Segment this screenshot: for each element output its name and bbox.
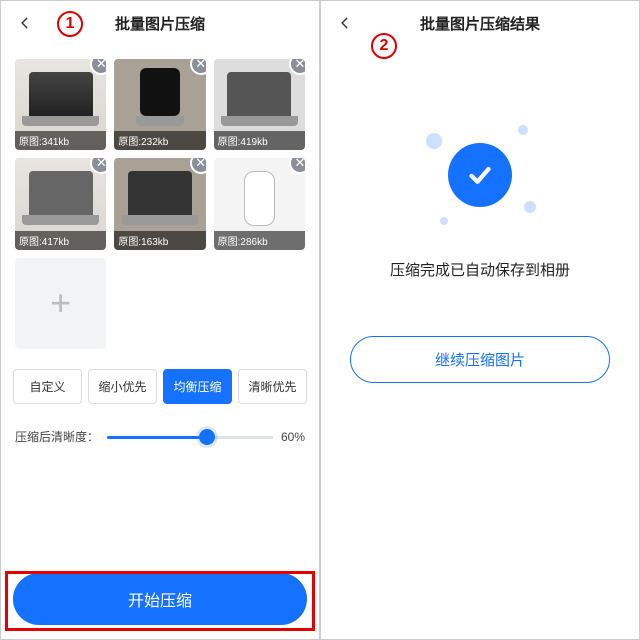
thumbnail-caption: 原图:341kb (15, 131, 106, 150)
clarity-slider[interactable] (107, 429, 273, 445)
slider-value: 60% (281, 430, 305, 444)
footer: 开始压缩 (1, 565, 319, 639)
continue-compress-button[interactable]: 继续压缩图片 (350, 336, 611, 383)
remove-image-button[interactable]: ✕ (289, 158, 305, 174)
close-icon: ✕ (295, 158, 305, 171)
thumbnail[interactable]: ✕ 原图:341kb (15, 59, 106, 150)
thumbnail[interactable]: ✕ 原图:163kb (114, 158, 205, 249)
thumbnail-caption: 原图:286kb (214, 231, 305, 250)
slider-fill (107, 436, 207, 439)
result-panel: 压缩完成已自动保存到相册 继续压缩图片 (321, 45, 639, 639)
back-button[interactable] (9, 1, 41, 45)
screen-compress: 批量图片压缩 1 ✕ 原图:341kb ✕ 原图:232kb ✕ 原图:419k… (0, 0, 320, 640)
close-icon: ✕ (195, 59, 205, 72)
thumbnail-caption: 原图:419kb (214, 131, 305, 150)
thumbnail[interactable]: ✕ 原图:417kb (15, 158, 106, 249)
mode-small-priority[interactable]: 缩小优先 (88, 369, 157, 404)
close-icon: ✕ (96, 158, 106, 171)
step-badge-2: 2 (371, 33, 397, 59)
screen-result: 批量图片压缩结果 2 压缩完成已自动保存到相册 继续压缩图片 (320, 0, 640, 640)
thumbnail-caption: 原图:232kb (114, 131, 205, 150)
step-badge-1: 1 (57, 11, 83, 37)
check-icon (448, 143, 512, 207)
page-title: 批量图片压缩结果 (420, 13, 540, 34)
back-button[interactable] (329, 1, 361, 45)
remove-image-button[interactable]: ✕ (289, 59, 305, 75)
remove-image-button[interactable]: ✕ (190, 158, 206, 174)
close-icon: ✕ (295, 59, 305, 72)
add-image-button[interactable]: + (15, 258, 106, 349)
result-message: 压缩完成已自动保存到相册 (390, 259, 570, 280)
thumbnail-caption: 原图:163kb (114, 231, 205, 250)
chevron-left-icon (18, 16, 32, 30)
page-title: 批量图片压缩 (115, 13, 205, 34)
plus-icon: + (50, 282, 71, 324)
remove-image-button[interactable]: ✕ (90, 59, 106, 75)
header: 批量图片压缩 (1, 1, 319, 45)
thumbnail[interactable]: ✕ 原图:232kb (114, 59, 205, 150)
close-icon: ✕ (195, 158, 205, 171)
mode-selector: 自定义 缩小优先 均衡压缩 清晰优先 (1, 363, 319, 416)
mode-clear-priority[interactable]: 清晰优先 (238, 369, 307, 404)
slider-knob[interactable] (199, 429, 215, 445)
thumbnail[interactable]: ✕ 原图:419kb (214, 59, 305, 150)
header: 批量图片压缩结果 (321, 1, 639, 45)
close-icon: ✕ (96, 59, 106, 72)
remove-image-button[interactable]: ✕ (90, 158, 106, 174)
thumbnail[interactable]: ✕ 原图:286kb (214, 158, 305, 249)
mode-balanced[interactable]: 均衡压缩 (163, 369, 232, 404)
slider-label: 压缩后清晰度： (15, 428, 99, 445)
image-grid: ✕ 原图:341kb ✕ 原图:232kb ✕ 原图:419kb ✕ 原图:41… (1, 45, 319, 363)
clarity-slider-row: 压缩后清晰度： 60% (1, 416, 319, 457)
start-compress-button[interactable]: 开始压缩 (13, 573, 307, 625)
remove-image-button[interactable]: ✕ (190, 59, 206, 75)
chevron-left-icon (338, 16, 352, 30)
thumbnail-caption: 原图:417kb (15, 231, 106, 250)
mode-custom[interactable]: 自定义 (13, 369, 82, 404)
success-graphic (420, 115, 540, 235)
